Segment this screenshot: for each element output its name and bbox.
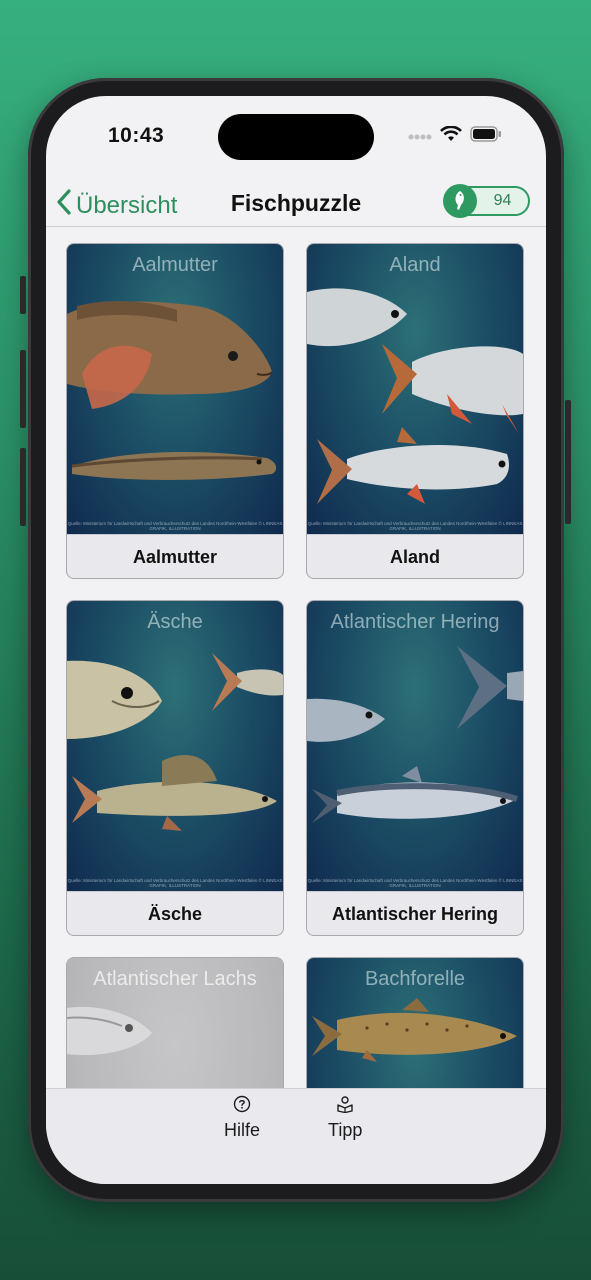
navigation-bar: Übersicht Fischpuzzle 94 (46, 182, 546, 226)
signal-icon (408, 128, 432, 146)
puzzle-card-aalmutter[interactable]: Aalmutter Quelle: Ministerium für Landwi… (66, 243, 284, 579)
grayling-illustration (67, 653, 283, 831)
salmon-illustration (67, 1006, 152, 1056)
card-label: Äsche (67, 891, 283, 935)
card-credit: Quelle: Ministerium für Landwirtschaft u… (307, 878, 523, 888)
tab-tip[interactable]: Tipp (328, 1095, 362, 1141)
screen: 10:43 Übersicht Fischpuzzle 94 Aalmutter… (46, 96, 546, 1184)
tab-help[interactable]: Hilfe (224, 1095, 260, 1141)
wifi-icon (440, 125, 462, 147)
puzzle-grid[interactable]: Aalmutter Quelle: Ministerium für Landwi… (46, 227, 546, 1088)
card-illustration: Aland Quelle: Ministerium für Landwirtsc… (307, 244, 523, 534)
score-badge[interactable]: 94 (443, 184, 530, 218)
puzzle-card-atlantischer-lachs[interactable]: Atlantischer Lachs (66, 957, 284, 1088)
card-illustration: Äsche Quelle: Ministerium für Landwirtsc… (67, 601, 283, 891)
back-chevron-icon (56, 188, 76, 223)
volume-down-button (20, 448, 26, 526)
tab-tip-label: Tipp (328, 1120, 363, 1140)
status-time: 10:43 (108, 124, 165, 147)
puzzle-card-aesche[interactable]: Äsche Quelle: Ministerium für Landwirtsc… (66, 600, 284, 936)
tab-help-label: Hilfe (224, 1120, 261, 1140)
fish-icon (443, 184, 477, 218)
tip-icon (336, 1095, 354, 1118)
card-label: Aalmutter (67, 534, 283, 578)
back-button[interactable]: Übersicht (56, 188, 177, 223)
card-illustration: Atlantischer Lachs (67, 958, 283, 1088)
card-credit: Quelle: Ministerium für Landwirtschaft u… (67, 521, 283, 531)
card-illustration: Atlantischer Hering Quelle: Ministerium … (307, 601, 523, 891)
puzzle-card-aland[interactable]: Aland Quelle: Ministerium für Landwirtsc… (306, 243, 524, 579)
puzzle-card-bachforelle[interactable]: Bachforelle (306, 957, 524, 1088)
card-label: Atlantischer Hering (307, 891, 523, 935)
card-illustration: Aalmutter Quelle: Ministerium für Landwi… (67, 244, 283, 534)
card-illustration: Bachforelle (307, 958, 523, 1088)
power-button (565, 400, 571, 524)
volume-up-button (20, 350, 26, 428)
card-label: Aland (307, 534, 523, 578)
card-credit: Quelle: Ministerium für Landwirtschaft u… (67, 878, 283, 888)
brown-trout-illustration (312, 998, 517, 1062)
mute-switch (20, 276, 26, 314)
dynamic-island (218, 114, 374, 160)
back-label: Übersicht (76, 191, 178, 219)
puzzle-card-atlantischer-hering[interactable]: Atlantischer Hering Quelle: Ministerium … (306, 600, 524, 936)
tab-bar: Hilfe Tipp (46, 1088, 546, 1184)
eelpout-illustration (67, 301, 277, 480)
status-icons (408, 125, 502, 147)
ide-illustration (307, 288, 523, 504)
battery-icon (470, 126, 502, 147)
question-circle-icon (233, 1095, 251, 1118)
score-value: 94 (493, 192, 512, 209)
card-credit: Quelle: Ministerium für Landwirtschaft u… (307, 521, 523, 531)
herring-illustration (307, 646, 523, 823)
